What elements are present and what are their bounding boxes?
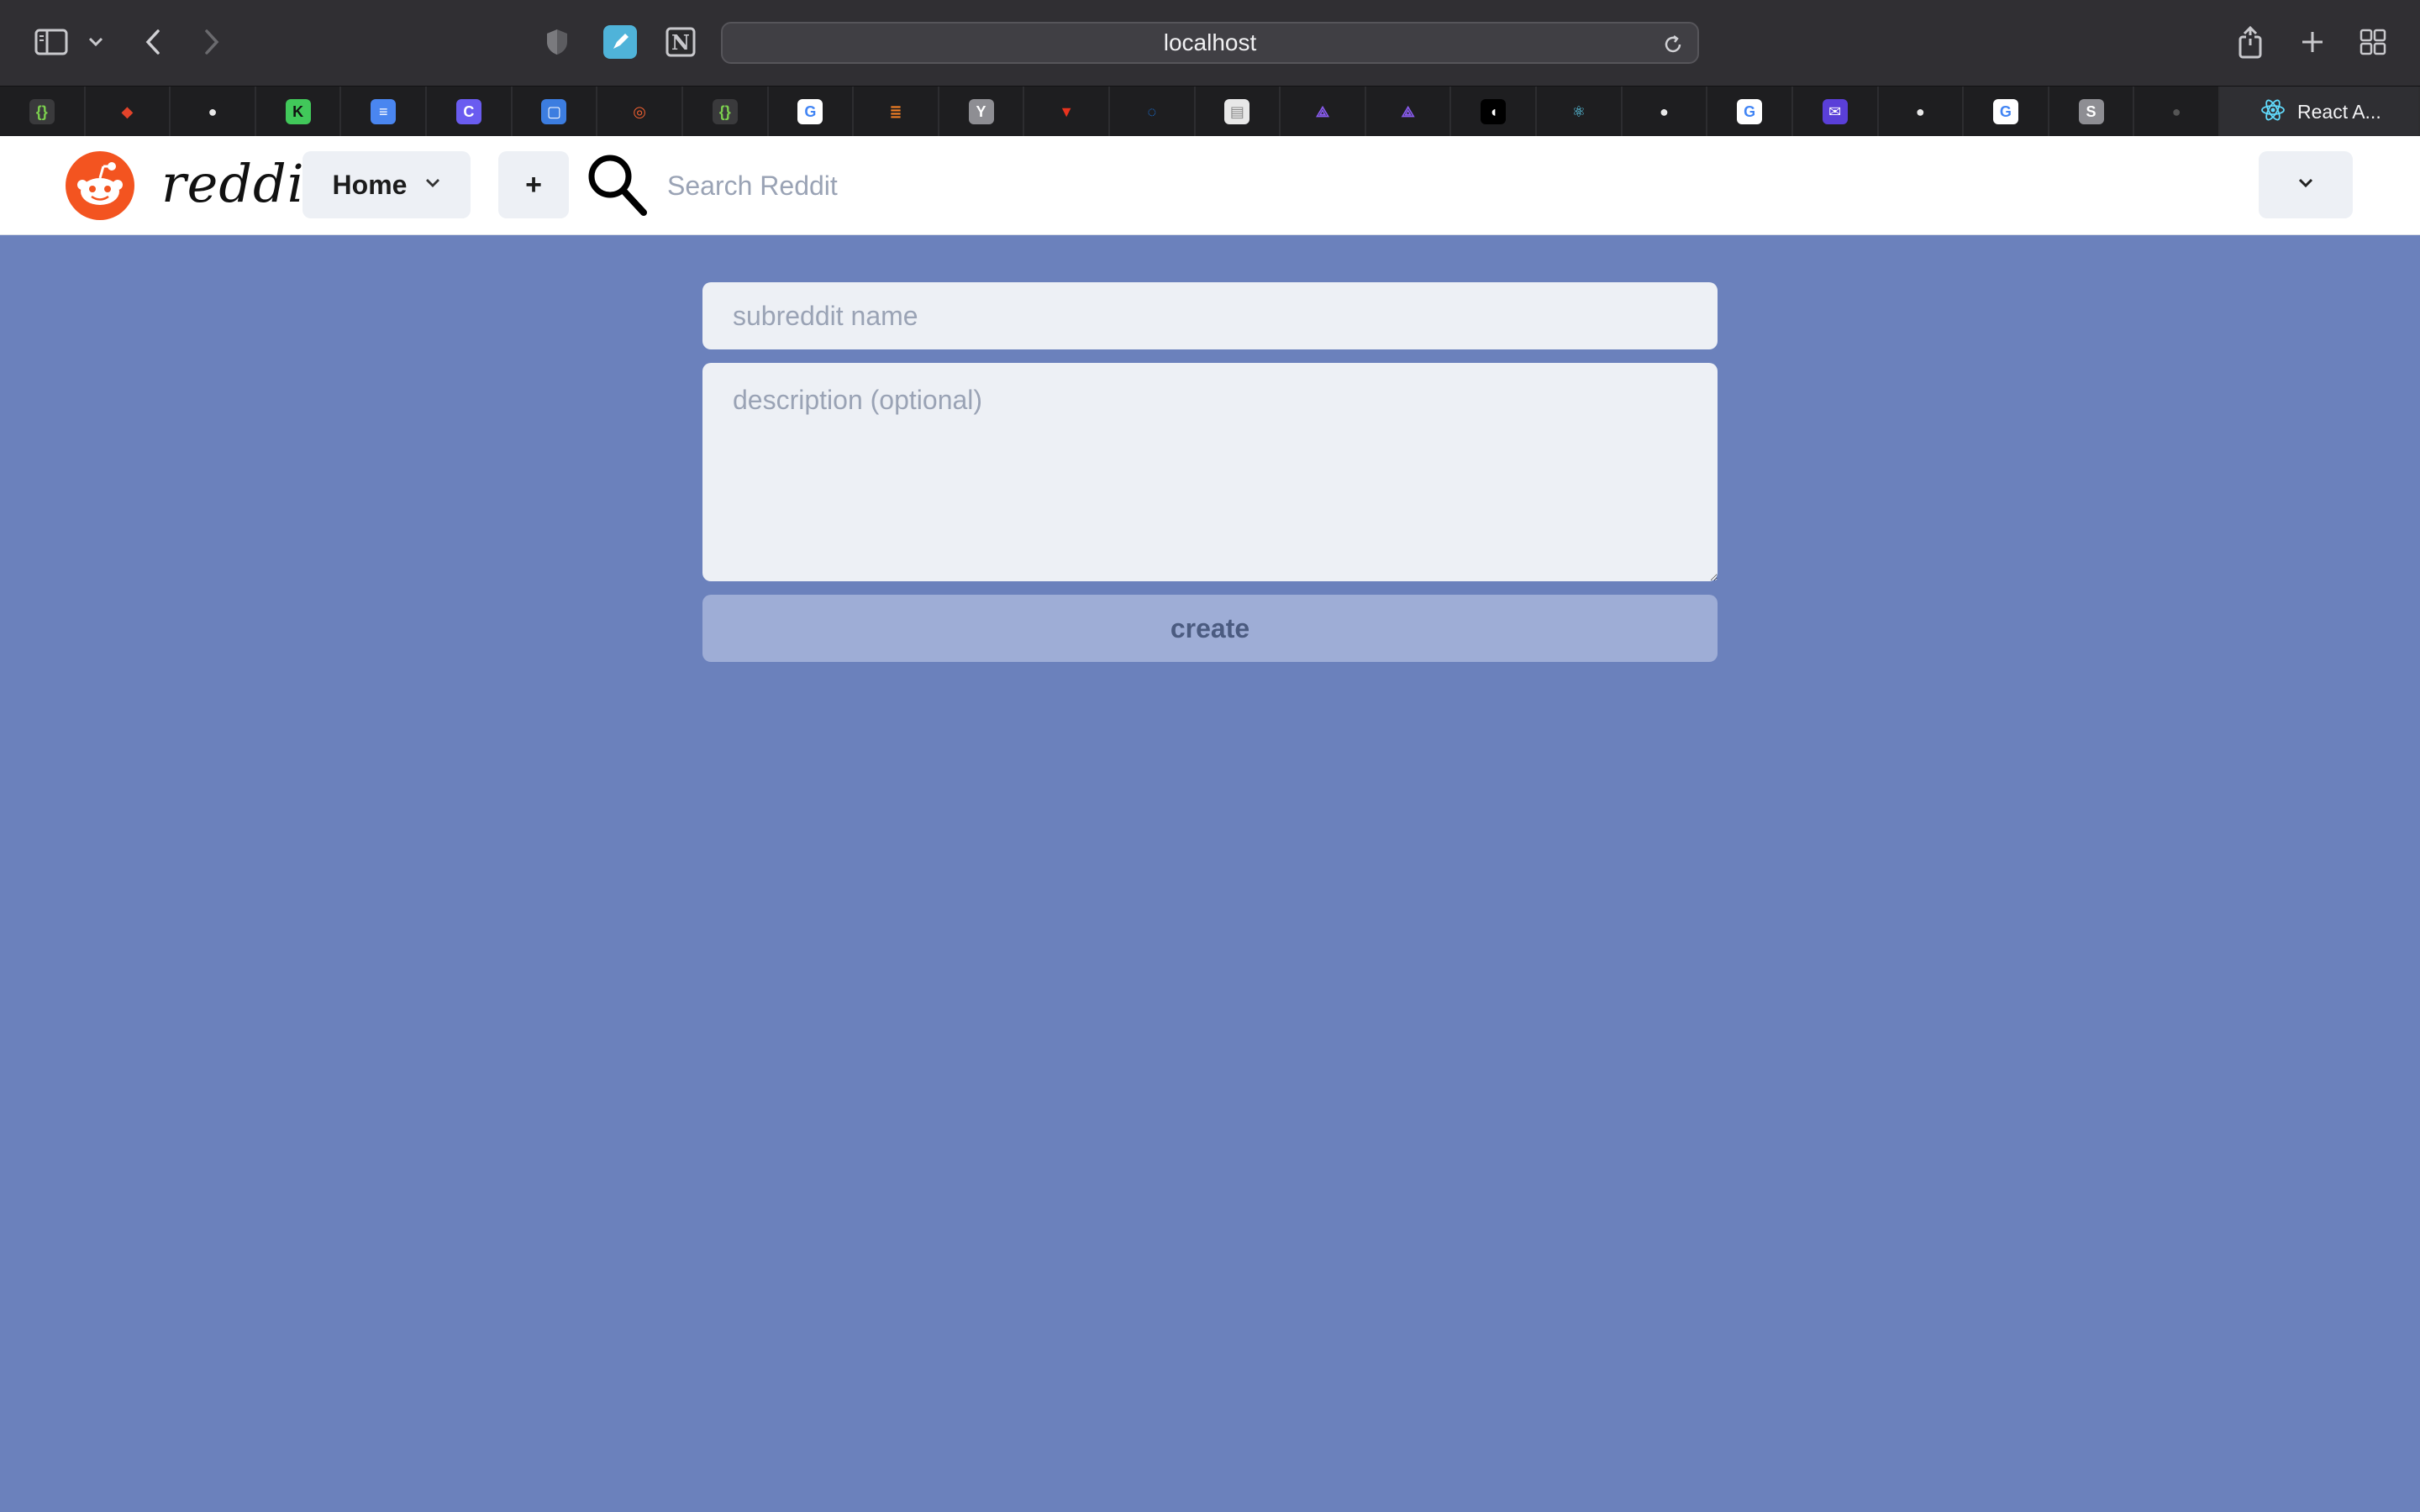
dk-icon: K xyxy=(285,99,311,124)
reddit-logo-icon[interactable] xyxy=(66,151,134,220)
tab-25[interactable]: S xyxy=(2049,87,2135,137)
chevron-down-icon xyxy=(425,177,440,192)
tab-5[interactable]: ≡ xyxy=(341,87,428,137)
tab-7[interactable]: ▢ xyxy=(513,87,598,137)
tab-3[interactable]: ● xyxy=(171,87,256,137)
shield-icon[interactable] xyxy=(543,27,571,57)
react-icon xyxy=(2260,97,2286,127)
stackoverflow-icon: ≣ xyxy=(882,99,908,124)
github-icon: ● xyxy=(1907,99,1933,124)
tab-24[interactable]: G xyxy=(1964,87,2049,137)
share-icon[interactable] xyxy=(2235,24,2265,60)
github-icon: ● xyxy=(200,99,226,124)
home-label: Home xyxy=(332,169,408,200)
graphql-icon: ⟁ xyxy=(1310,99,1336,124)
curly-braces-icon: {} xyxy=(712,99,738,124)
sidebar-toggle-icon[interactable] xyxy=(32,27,71,57)
reload-icon[interactable] xyxy=(1662,34,1684,60)
tab-14[interactable]: ◌ xyxy=(1110,87,1196,137)
triangle-icon: ▼ xyxy=(1054,99,1080,124)
tab-9[interactable]: {} xyxy=(683,87,769,137)
home-dropdown-button[interactable]: Home xyxy=(302,151,471,218)
address-text: localhost xyxy=(1163,29,1257,55)
bird-icon: ◖ xyxy=(1481,99,1507,124)
google-icon: G xyxy=(797,99,823,124)
tab-26[interactable]: ● xyxy=(2134,87,2220,137)
tab-19[interactable]: ⚛ xyxy=(1537,87,1623,137)
docs-icon: ≡ xyxy=(371,99,397,124)
curly-braces-icon: {} xyxy=(29,99,55,124)
chevron-down-icon[interactable] xyxy=(86,32,106,52)
create-button[interactable]: create xyxy=(702,595,1718,662)
react-icon: ⚛ xyxy=(1565,99,1591,124)
tab-6[interactable]: C xyxy=(427,87,513,137)
ring-icon: ◎ xyxy=(627,99,653,124)
tab-15[interactable]: ▤ xyxy=(1196,87,1281,137)
s-icon: S xyxy=(2078,99,2104,124)
tab-20[interactable]: ● xyxy=(1623,87,1708,137)
page-icon: ▤ xyxy=(1224,99,1250,124)
tab-22[interactable]: ✉ xyxy=(1793,87,1879,137)
tab-21[interactable]: G xyxy=(1707,87,1793,137)
google-icon: G xyxy=(1737,99,1763,124)
site-header: reddit Home + xyxy=(0,136,2420,235)
tab-8[interactable]: ◎ xyxy=(597,87,683,137)
graphql-icon: ⟁ xyxy=(1395,99,1421,124)
tab-23[interactable]: ● xyxy=(1879,87,1965,137)
reddit-wordmark: reddit xyxy=(161,153,327,214)
chevron-down-icon xyxy=(2297,177,2314,193)
tab-12[interactable]: Y xyxy=(939,87,1025,137)
user-menu-button[interactable] xyxy=(2259,151,2353,218)
extension-pen-icon[interactable] xyxy=(603,25,637,59)
tab-title: React A... xyxy=(2297,100,2381,123)
tab-13[interactable]: ▼ xyxy=(1024,87,1110,137)
tab-4[interactable]: K xyxy=(256,87,342,137)
digitalocean-icon: ◌ xyxy=(1139,99,1165,124)
frame-icon: ▢ xyxy=(541,99,567,124)
tab-overview-icon[interactable] xyxy=(2358,27,2388,57)
search-icon xyxy=(585,151,649,223)
c-icon: C xyxy=(455,99,481,124)
tab-10[interactable]: G xyxy=(769,87,855,137)
forward-arrow-icon[interactable] xyxy=(198,27,225,57)
new-tab-plus-icon[interactable] xyxy=(2297,27,2328,57)
google-icon: G xyxy=(1992,99,2018,124)
tab-11[interactable]: ≣ xyxy=(854,87,939,137)
tab-18[interactable]: ◖ xyxy=(1451,87,1538,137)
github-icon: ● xyxy=(2164,99,2190,124)
tab-strip: {} ◆ ● K ≡ C ▢ ◎ {} G ≣ Y ▼ ◌ ▤ ⟁ ⟁ ◖ ⚛ ● G ✉ ● G S ● React A... xyxy=(0,86,2420,137)
notion-icon[interactable]: N xyxy=(664,25,697,59)
tab-2[interactable]: ◆ xyxy=(86,87,171,137)
svg-text:N: N xyxy=(671,30,690,55)
tab-16[interactable]: ⟁ xyxy=(1281,87,1366,137)
subreddit-name-input[interactable] xyxy=(702,282,1718,349)
search-input[interactable] xyxy=(667,158,2180,213)
tab-active[interactable]: React A... xyxy=(2220,87,2420,137)
gitlab-icon: ◆ xyxy=(114,99,140,124)
description-textarea[interactable] xyxy=(702,363,1718,581)
github-icon: ● xyxy=(1651,99,1677,124)
address-bar[interactable]: localhost xyxy=(721,22,1699,64)
create-post-button[interactable]: + xyxy=(498,151,569,218)
mail-icon: ✉ xyxy=(1822,99,1848,124)
browser-toolbar: N localhost xyxy=(0,0,2420,86)
tab-1[interactable]: {} xyxy=(0,87,86,137)
y-icon: Y xyxy=(968,99,994,124)
tab-17[interactable]: ⟁ xyxy=(1366,87,1452,137)
back-arrow-icon[interactable] xyxy=(139,27,166,57)
